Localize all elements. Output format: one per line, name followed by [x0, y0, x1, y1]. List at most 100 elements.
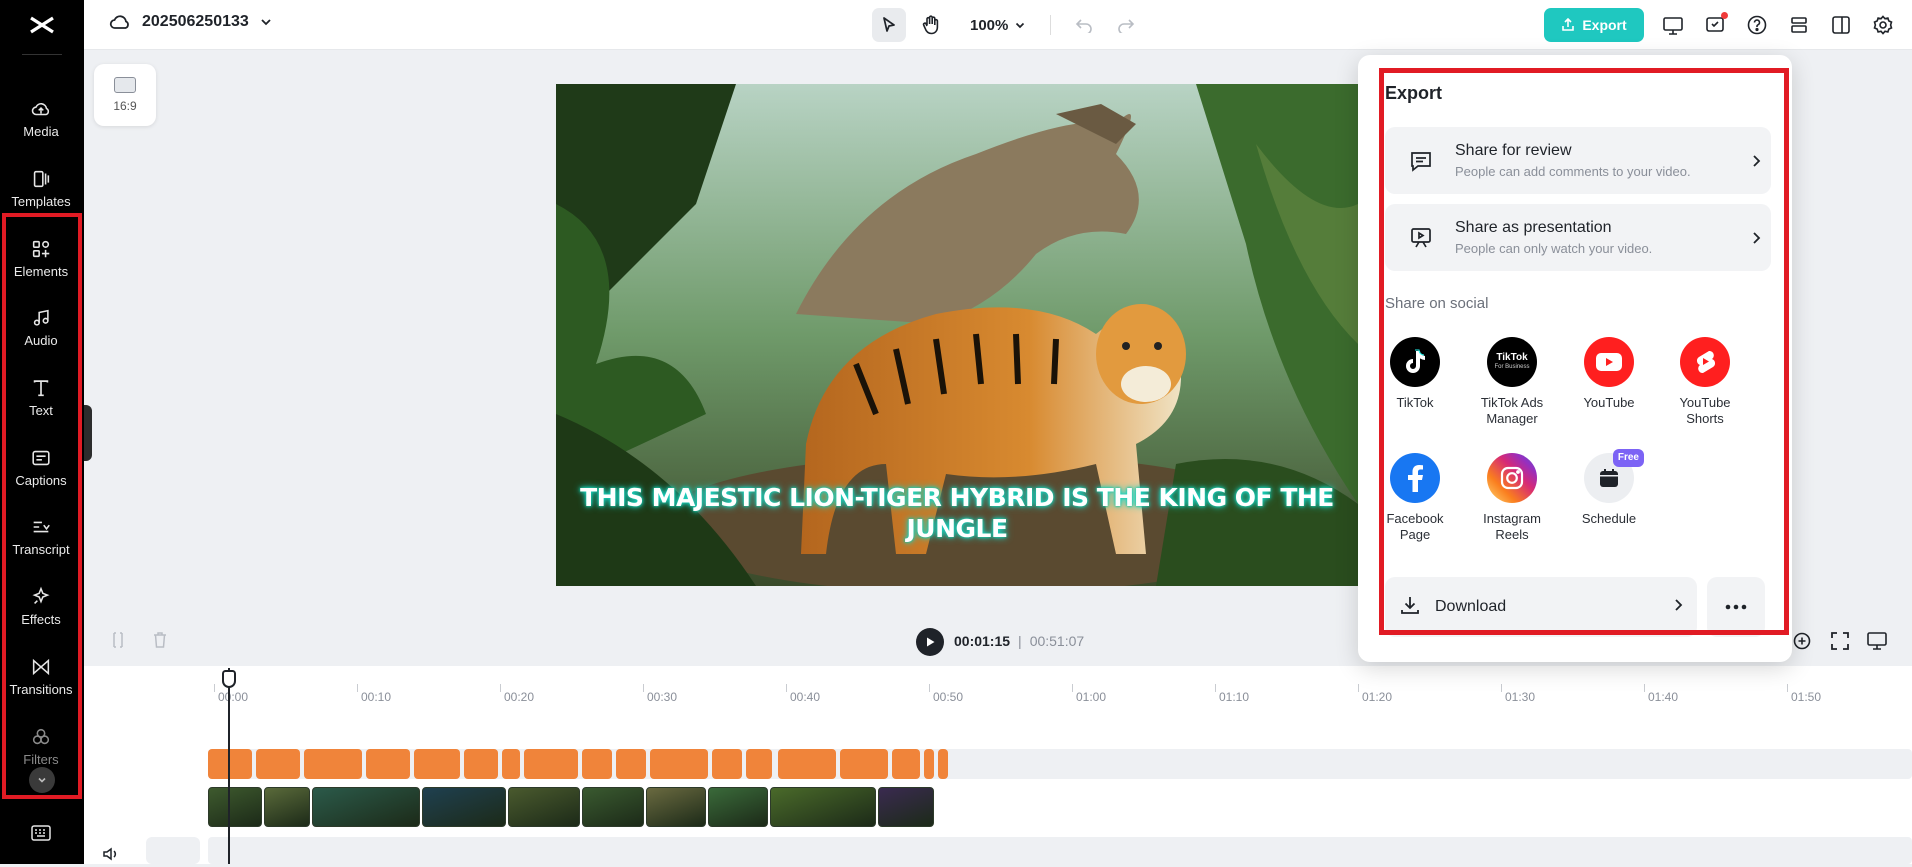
more-options-button[interactable]: [1707, 577, 1765, 637]
ruler-tick: [929, 684, 930, 692]
zoom-in-icon[interactable]: [1792, 631, 1812, 656]
download-button[interactable]: Download: [1385, 577, 1697, 637]
project-name[interactable]: 202506250133: [142, 13, 249, 31]
video-clip-thumbnail[interactable]: [312, 787, 420, 827]
notification-dot: [1721, 12, 1728, 19]
chevron-right-icon: [1741, 154, 1771, 168]
ruler-label: 00:40: [790, 690, 821, 704]
sidebar-item-label: Text: [29, 402, 53, 418]
aspect-ratio-button[interactable]: 16:9: [94, 64, 156, 126]
playhead[interactable]: [228, 668, 230, 864]
timeline-panel[interactable]: 00:00 00:10 00:20 00:30 00:40 00:50 01:00 01:10…: [84, 666, 1912, 864]
ruler-tick: [214, 684, 215, 692]
sidebar-item-audio[interactable]: Audio: [0, 295, 82, 359]
video-clip-thumbnail[interactable]: [208, 787, 262, 827]
ruler-tick: [1358, 684, 1359, 692]
caption-track[interactable]: [208, 749, 1912, 779]
sidebar-item-elements[interactable]: Elements: [0, 226, 82, 290]
select-tool-button[interactable]: [872, 8, 906, 42]
share-instagram-reels-button[interactable]: Instagram Reels: [1469, 453, 1555, 543]
share-presentation-subtitle: People can only watch your video.: [1455, 241, 1653, 256]
monitor-settings-icon[interactable]: [1866, 631, 1888, 656]
split-icon[interactable]: [110, 631, 126, 654]
caption-clip[interactable]: [712, 749, 742, 779]
tiktok-icon: [1390, 337, 1440, 387]
social-label: TikTok Ads Manager: [1480, 395, 1544, 426]
undo-button[interactable]: [1067, 8, 1101, 42]
redo-icon: [1118, 19, 1135, 33]
caption-clip[interactable]: [616, 749, 646, 779]
ruler-label: 00:50: [933, 690, 964, 704]
video-clip-thumbnail[interactable]: [878, 787, 934, 827]
share-as-presentation-button[interactable]: Share as presentation People can only wa…: [1385, 204, 1771, 271]
share-youtube-button[interactable]: YouTube: [1566, 337, 1652, 411]
caption-clip[interactable]: [778, 749, 836, 779]
video-clip-thumbnail[interactable]: [264, 787, 310, 827]
video-clip-thumbnail[interactable]: [508, 787, 580, 827]
caption-clip[interactable]: [892, 749, 920, 779]
video-clip-thumbnail[interactable]: [770, 787, 876, 827]
settings-gear-icon[interactable]: [1870, 12, 1896, 38]
sidebar-item-transitions[interactable]: Transitions: [0, 644, 82, 708]
zoom-dropdown[interactable]: 100%: [970, 17, 1026, 34]
export-button[interactable]: Export: [1544, 8, 1644, 42]
sidebar-item-text[interactable]: Text: [0, 365, 82, 429]
panel-collapse-handle[interactable]: [84, 405, 92, 461]
present-screen-icon[interactable]: [1660, 12, 1686, 38]
sidebar-item-transcript[interactable]: Transcript: [0, 504, 82, 568]
caption-clip[interactable]: [304, 749, 362, 779]
schedule-button[interactable]: Free Schedule: [1566, 449, 1652, 527]
sidebar-more-button[interactable]: [29, 767, 55, 793]
redo-button[interactable]: [1109, 8, 1143, 42]
playhead-handle[interactable]: [222, 670, 236, 688]
templates-icon: [33, 170, 50, 187]
share-tiktok-button[interactable]: TikTok: [1372, 337, 1458, 411]
caption-clip[interactable]: [524, 749, 578, 779]
caption-clip[interactable]: [650, 749, 708, 779]
video-clip-thumbnail[interactable]: [708, 787, 768, 827]
video-clip-thumbnail[interactable]: [646, 787, 706, 827]
caption-clip[interactable]: [502, 749, 520, 779]
caption-clip[interactable]: [464, 749, 498, 779]
share-tiktok-ads-button[interactable]: TikTok For Business TikTok Ads Manager: [1469, 337, 1555, 427]
caption-clip[interactable]: [414, 749, 460, 779]
sidebar-item-captions[interactable]: Captions: [0, 435, 82, 499]
panel-layout-icon[interactable]: [1828, 12, 1854, 38]
share-youtube-shorts-button[interactable]: YouTube Shorts: [1662, 337, 1748, 427]
caption-clip[interactable]: [366, 749, 410, 779]
video-preview[interactable]: THIS MAJESTIC LION-TIGER HYBRID IS THE K…: [556, 84, 1358, 586]
play-button[interactable]: [916, 628, 944, 656]
ruler-label: 01:40: [1648, 690, 1679, 704]
caption-clip[interactable]: [840, 749, 888, 779]
caption-clip[interactable]: [256, 749, 300, 779]
download-icon: [1399, 594, 1421, 621]
caption-clip[interactable]: [924, 749, 934, 779]
caption-clip[interactable]: [746, 749, 772, 779]
social-label: Instagram Reels: [1483, 511, 1541, 542]
hand-tool-button[interactable]: [914, 8, 948, 42]
sidebar-item-templates[interactable]: Templates: [0, 156, 82, 220]
filters-icon: [32, 728, 50, 744]
share-for-review-button[interactable]: Share for review People can add comments…: [1385, 127, 1771, 194]
layers-stack-icon[interactable]: [1786, 12, 1812, 38]
sidebar-item-media[interactable]: Media: [0, 86, 82, 150]
help-icon[interactable]: [1744, 12, 1770, 38]
hand-icon: [922, 15, 939, 35]
video-track[interactable]: [208, 787, 1912, 827]
caption-clip[interactable]: [582, 749, 612, 779]
fullscreen-icon[interactable]: [1830, 631, 1850, 656]
chevron-down-icon: [1016, 22, 1025, 29]
caption-clip[interactable]: [208, 749, 252, 779]
notifications-shield-icon[interactable]: [1702, 12, 1728, 38]
capcut-logo-icon[interactable]: [26, 10, 58, 40]
share-facebook-page-button[interactable]: Facebook Page: [1372, 453, 1458, 543]
video-clip-thumbnail[interactable]: [422, 787, 506, 827]
audio-track[interactable]: [208, 837, 1912, 864]
caption-clip[interactable]: [938, 749, 948, 779]
timeline-ruler: 00:00 00:10 00:20 00:30 00:40 00:50 01:00 01:10…: [84, 674, 1912, 704]
delete-trash-icon[interactable]: [152, 631, 168, 654]
video-clip-thumbnail[interactable]: [582, 787, 644, 827]
sidebar-item-effects[interactable]: Effects: [0, 574, 82, 638]
project-selector[interactable]: 202506250133: [108, 12, 273, 32]
keyboard-shortcuts-icon[interactable]: [28, 822, 54, 844]
